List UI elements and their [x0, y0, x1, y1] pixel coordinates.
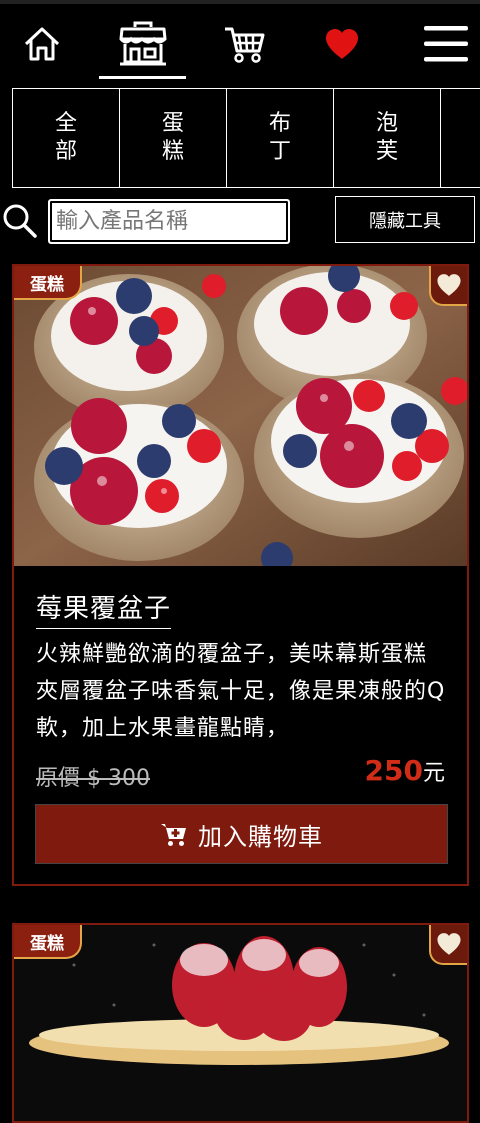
original-price: 原價 $ 300	[36, 766, 150, 791]
nav-shop[interactable]	[114, 18, 172, 70]
category-label: 全部	[54, 111, 77, 164]
top-nav	[0, 4, 480, 80]
favorite-button[interactable]	[429, 925, 467, 965]
nav-menu[interactable]	[420, 18, 472, 70]
search-icon	[3, 204, 37, 238]
store-icon	[119, 21, 167, 66]
product-image[interactable]: 蛋糕	[14, 266, 467, 566]
product-card: 蛋糕	[12, 923, 469, 1123]
product-description: 火辣鮮艷欲滴的覆盆子，美味幕斯蛋糕夾層覆盆子味香氣十足，像是果凍般的Q軟，加上水…	[36, 642, 446, 741]
category-badge: 蛋糕	[14, 925, 82, 959]
category-label: 泡芙	[375, 111, 398, 164]
home-icon	[24, 27, 60, 61]
cart-icon	[225, 27, 265, 63]
product-title[interactable]: 莓果覆盆子	[36, 588, 172, 629]
category-cake[interactable]: 蛋糕	[120, 88, 227, 188]
product-image[interactable]: 蛋糕	[14, 925, 467, 1121]
nav-cart[interactable]	[220, 18, 268, 70]
heart-icon	[437, 274, 461, 296]
nav-active-indicator	[99, 76, 186, 79]
hamburger-icon	[424, 26, 468, 62]
heart-icon	[437, 933, 461, 955]
hide-tools-button[interactable]: 隱藏工具	[335, 196, 475, 243]
search-input[interactable]	[48, 199, 290, 244]
product-card: 蛋糕 莓果覆盆子 火辣鮮艷欲滴的覆盆子，美味幕斯蛋糕夾層覆盆子味香氣十足，像是果…	[12, 264, 469, 886]
category-label: 布丁	[268, 111, 291, 164]
cart-plus-icon	[161, 824, 186, 846]
category-tabs: 全部 蛋糕 布丁 泡芙	[12, 88, 480, 188]
favorite-button[interactable]	[429, 266, 467, 306]
add-to-cart-label: 加入購物車	[198, 822, 323, 851]
add-to-cart-button[interactable]: 加入購物車	[35, 804, 448, 864]
nav-home[interactable]	[18, 18, 66, 70]
price-value: 250	[364, 754, 423, 787]
heart-icon	[326, 29, 358, 59]
price-currency: 元	[422, 761, 445, 786]
category-more[interactable]	[441, 88, 480, 188]
nav-favorites[interactable]	[318, 18, 366, 70]
category-badge: 蛋糕	[14, 266, 82, 300]
category-label: 蛋糕	[161, 111, 184, 164]
category-all[interactable]: 全部	[13, 88, 120, 188]
sale-price: 250元	[365, 754, 445, 787]
category-puff[interactable]: 泡芙	[334, 88, 441, 188]
category-pudding[interactable]: 布丁	[227, 88, 334, 188]
